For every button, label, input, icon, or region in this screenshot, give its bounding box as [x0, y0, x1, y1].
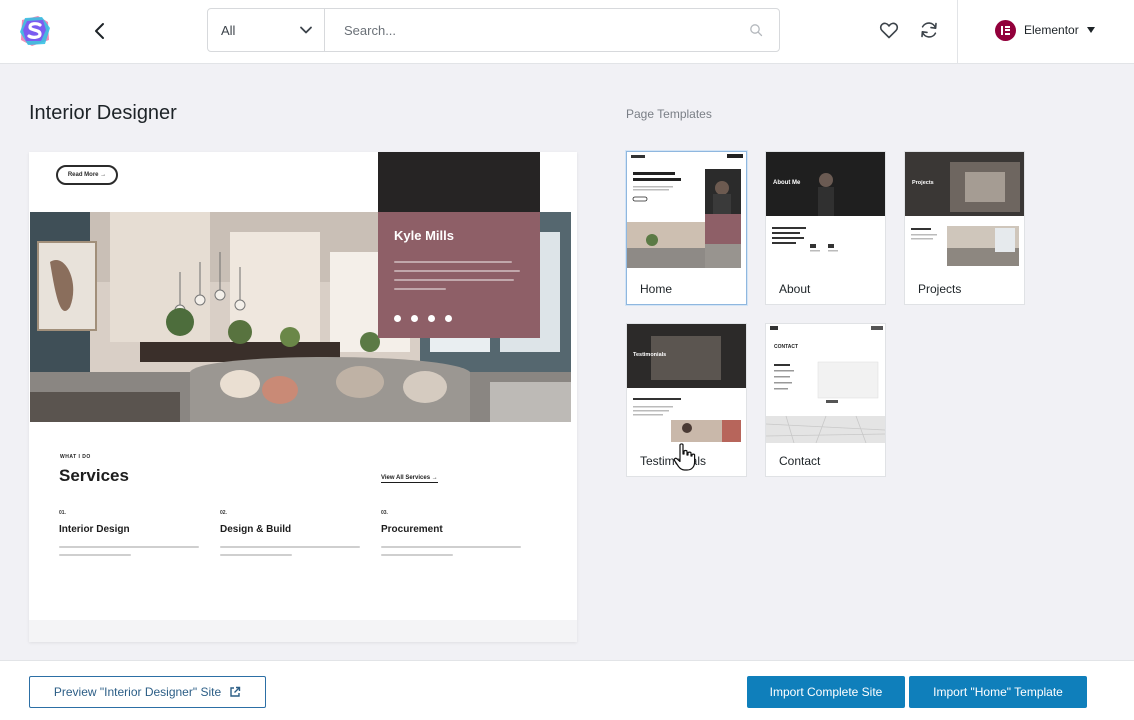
elementor-logo-icon: [995, 19, 1016, 41]
service-title: Interior Design: [59, 524, 130, 535]
thumbnail-heading: Testimonials: [633, 352, 666, 358]
template-card-home[interactable]: Home: [626, 151, 747, 305]
page-templates-label: Page Templates: [626, 107, 712, 121]
top-bar: All Elementor: [0, 0, 1134, 64]
preview-profile-card: Kyle Mills: [378, 212, 540, 338]
back-arrow-icon[interactable]: [90, 20, 110, 42]
template-label: Testimonials: [640, 454, 707, 468]
preview-profile-name: Kyle Mills: [394, 228, 454, 243]
template-thumbnail: CONTACT: [766, 324, 885, 443]
thumbnail-heading: CONTACT: [774, 344, 798, 350]
youtube-icon: [428, 315, 435, 322]
twitter-icon: [411, 315, 418, 322]
builder-label: Elementor: [1024, 23, 1079, 37]
template-label: About: [779, 282, 811, 296]
template-label: Home: [640, 282, 673, 296]
preview-view-all-link: View All Services →: [381, 475, 438, 483]
service-title: Procurement: [381, 524, 443, 535]
preview-services-heading: Services: [59, 466, 129, 485]
preview-eyebrow: WHAT I DO: [60, 454, 91, 460]
instagram-icon: [445, 315, 452, 322]
template-label: Projects: [918, 282, 962, 296]
preview-service-item: 01. Interior Design: [59, 510, 209, 556]
search-bar: All: [207, 8, 780, 52]
import-home-template-button[interactable]: Import "Home" Template: [909, 676, 1087, 708]
service-number: 01.: [59, 510, 66, 516]
search-icon[interactable]: [749, 23, 763, 37]
preview-bottom-fade: [29, 620, 577, 642]
facebook-icon: [394, 315, 401, 322]
template-card-testimonials[interactable]: Testimonials Testimonials: [626, 323, 747, 477]
category-filter-value: All: [221, 23, 236, 38]
preview-dark-panel: [378, 152, 540, 214]
service-number: 02.: [220, 510, 227, 516]
template-card-contact[interactable]: CONTACT Contact: [765, 323, 886, 477]
import-complete-site-button[interactable]: Import Complete Site: [747, 676, 905, 708]
search-input[interactable]: [326, 9, 741, 51]
footer-bar: Preview "Interior Designer" Site Import …: [0, 660, 1134, 720]
template-thumbnail: About Me: [766, 152, 885, 271]
category-filter-select[interactable]: All: [208, 9, 325, 51]
template-card-projects[interactable]: Projects Projects: [904, 151, 1025, 305]
heart-icon[interactable]: [878, 19, 900, 41]
preview-service-item: 03. Procurement: [381, 510, 531, 556]
builder-select[interactable]: Elementor: [995, 19, 1095, 41]
page-title: Interior Designer: [29, 102, 177, 124]
template-thumbnail: Testimonials: [627, 324, 746, 443]
template-thumbnail: [627, 152, 746, 271]
header-divider: [957, 0, 958, 63]
preview-site-button-label: Preview "Interior Designer" Site: [53, 685, 222, 699]
preview-site-button[interactable]: Preview "Interior Designer" Site: [29, 676, 266, 708]
preview-social-icons: [394, 315, 452, 322]
preview-service-item: 02. Design & Build: [220, 510, 370, 556]
external-link-icon: [230, 686, 241, 697]
service-title: Design & Build: [220, 524, 292, 535]
app-logo-icon[interactable]: [16, 12, 54, 50]
caret-down-icon: [1086, 27, 1095, 33]
sync-icon[interactable]: [918, 19, 940, 41]
preview-read-more-button: Read More →: [56, 165, 118, 185]
template-preview[interactable]: Read More → Kyle Mills WHAT I DO Service…: [29, 152, 577, 642]
template-card-about[interactable]: About Me About: [765, 151, 886, 305]
service-number: 03.: [381, 510, 388, 516]
thumbnail-heading: Projects: [912, 180, 934, 186]
template-thumbnail: Projects: [905, 152, 1024, 271]
template-label: Contact: [779, 454, 821, 468]
thumbnail-heading: About Me: [773, 180, 801, 186]
chevron-down-icon: [300, 26, 312, 34]
